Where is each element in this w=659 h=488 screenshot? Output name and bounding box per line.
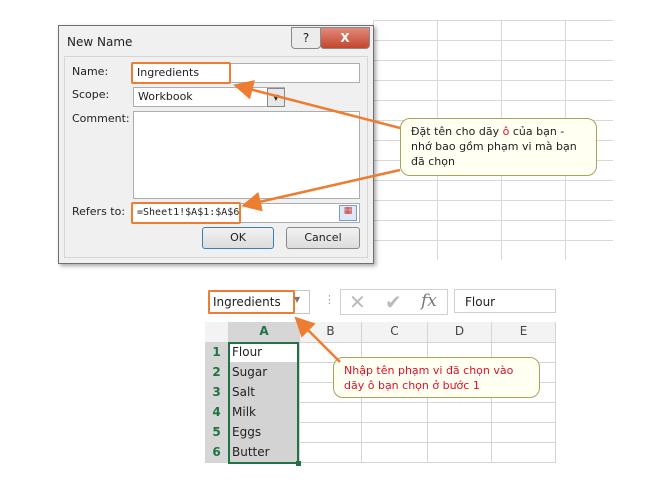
arrow-to-name [233, 80, 401, 130]
arrow-to-refers [241, 168, 401, 212]
arrow-to-namebox [294, 316, 341, 363]
arrows [233, 80, 401, 363]
